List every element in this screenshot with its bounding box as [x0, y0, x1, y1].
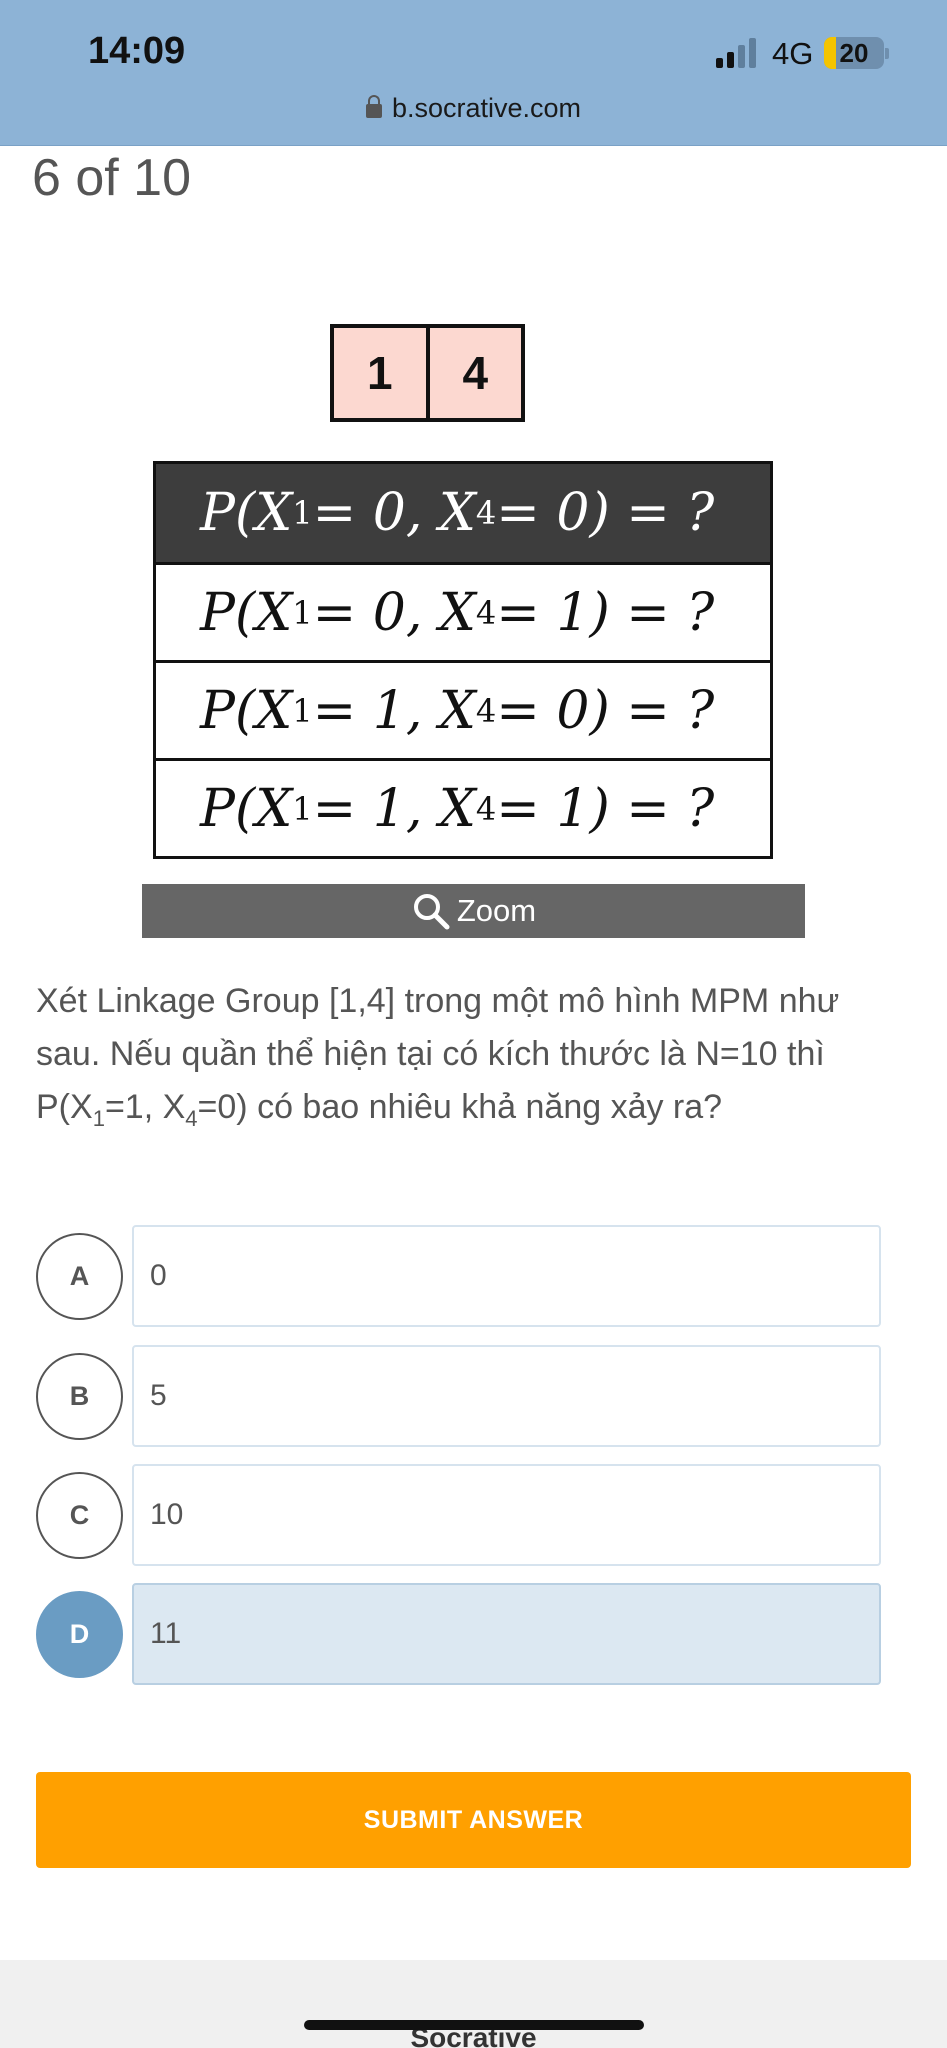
probability-table: P(X 1 = 0, X4 = 0) = ? P(X 1 = 0, X4 = 1) …	[153, 461, 773, 859]
option-answer[interactable]: 5	[132, 1345, 881, 1447]
option-a[interactable]: A 0	[36, 1225, 881, 1327]
cellular-signal-icon	[716, 38, 760, 68]
option-c[interactable]: C 10	[36, 1464, 881, 1566]
option-answer[interactable]: 10	[132, 1464, 881, 1566]
battery-level: 20	[839, 38, 869, 68]
option-letter[interactable]: A	[36, 1233, 123, 1320]
probability-row: P(X 1 = 0, X4 = 1) = ?	[156, 562, 770, 660]
probability-row: P(X 1 = 0, X4 = 0) = ?	[156, 464, 770, 562]
lock-icon	[365, 95, 382, 118]
submit-answer-button[interactable]: SUBMIT ANSWER	[36, 1772, 911, 1868]
home-indicator[interactable]	[304, 2020, 644, 2030]
option-letter[interactable]: B	[36, 1353, 123, 1440]
network-type: 4G	[772, 36, 814, 71]
linkage-group-boxes: 1 4	[330, 324, 525, 422]
option-answer[interactable]: 0	[132, 1225, 881, 1327]
question-counter: 6 of 10	[32, 149, 192, 207]
probability-row: P(X 1 = 1, X4 = 0) = ?	[156, 660, 770, 758]
probability-row: P(X 1 = 1, X4 = 1) = ?	[156, 758, 770, 856]
magnifier-icon	[413, 894, 450, 930]
zoom-button[interactable]: Zoom	[142, 884, 805, 938]
address-bar[interactable]: b.socrative.com	[0, 93, 947, 124]
battery-tip	[885, 48, 889, 59]
option-b[interactable]: B 5	[36, 1345, 881, 1447]
status-time: 14:09	[88, 30, 186, 72]
linkage-box-2: 4	[425, 328, 522, 418]
url-text: b.socrative.com	[391, 93, 582, 123]
question-text: Xét Linkage Group [1,4] trong một mô hìn…	[36, 982, 840, 1131]
option-letter[interactable]: D	[36, 1591, 123, 1678]
battery-icon: 20	[824, 37, 884, 69]
zoom-label: Zoom	[456, 893, 537, 928]
linkage-box-1: 1	[366, 347, 393, 399]
browser-top-bar: 14:09 4G 20 b.socrative.com	[0, 0, 947, 146]
option-letter[interactable]: C	[36, 1472, 123, 1559]
option-d[interactable]: D 11	[36, 1583, 881, 1685]
option-answer[interactable]: 11	[132, 1583, 881, 1685]
